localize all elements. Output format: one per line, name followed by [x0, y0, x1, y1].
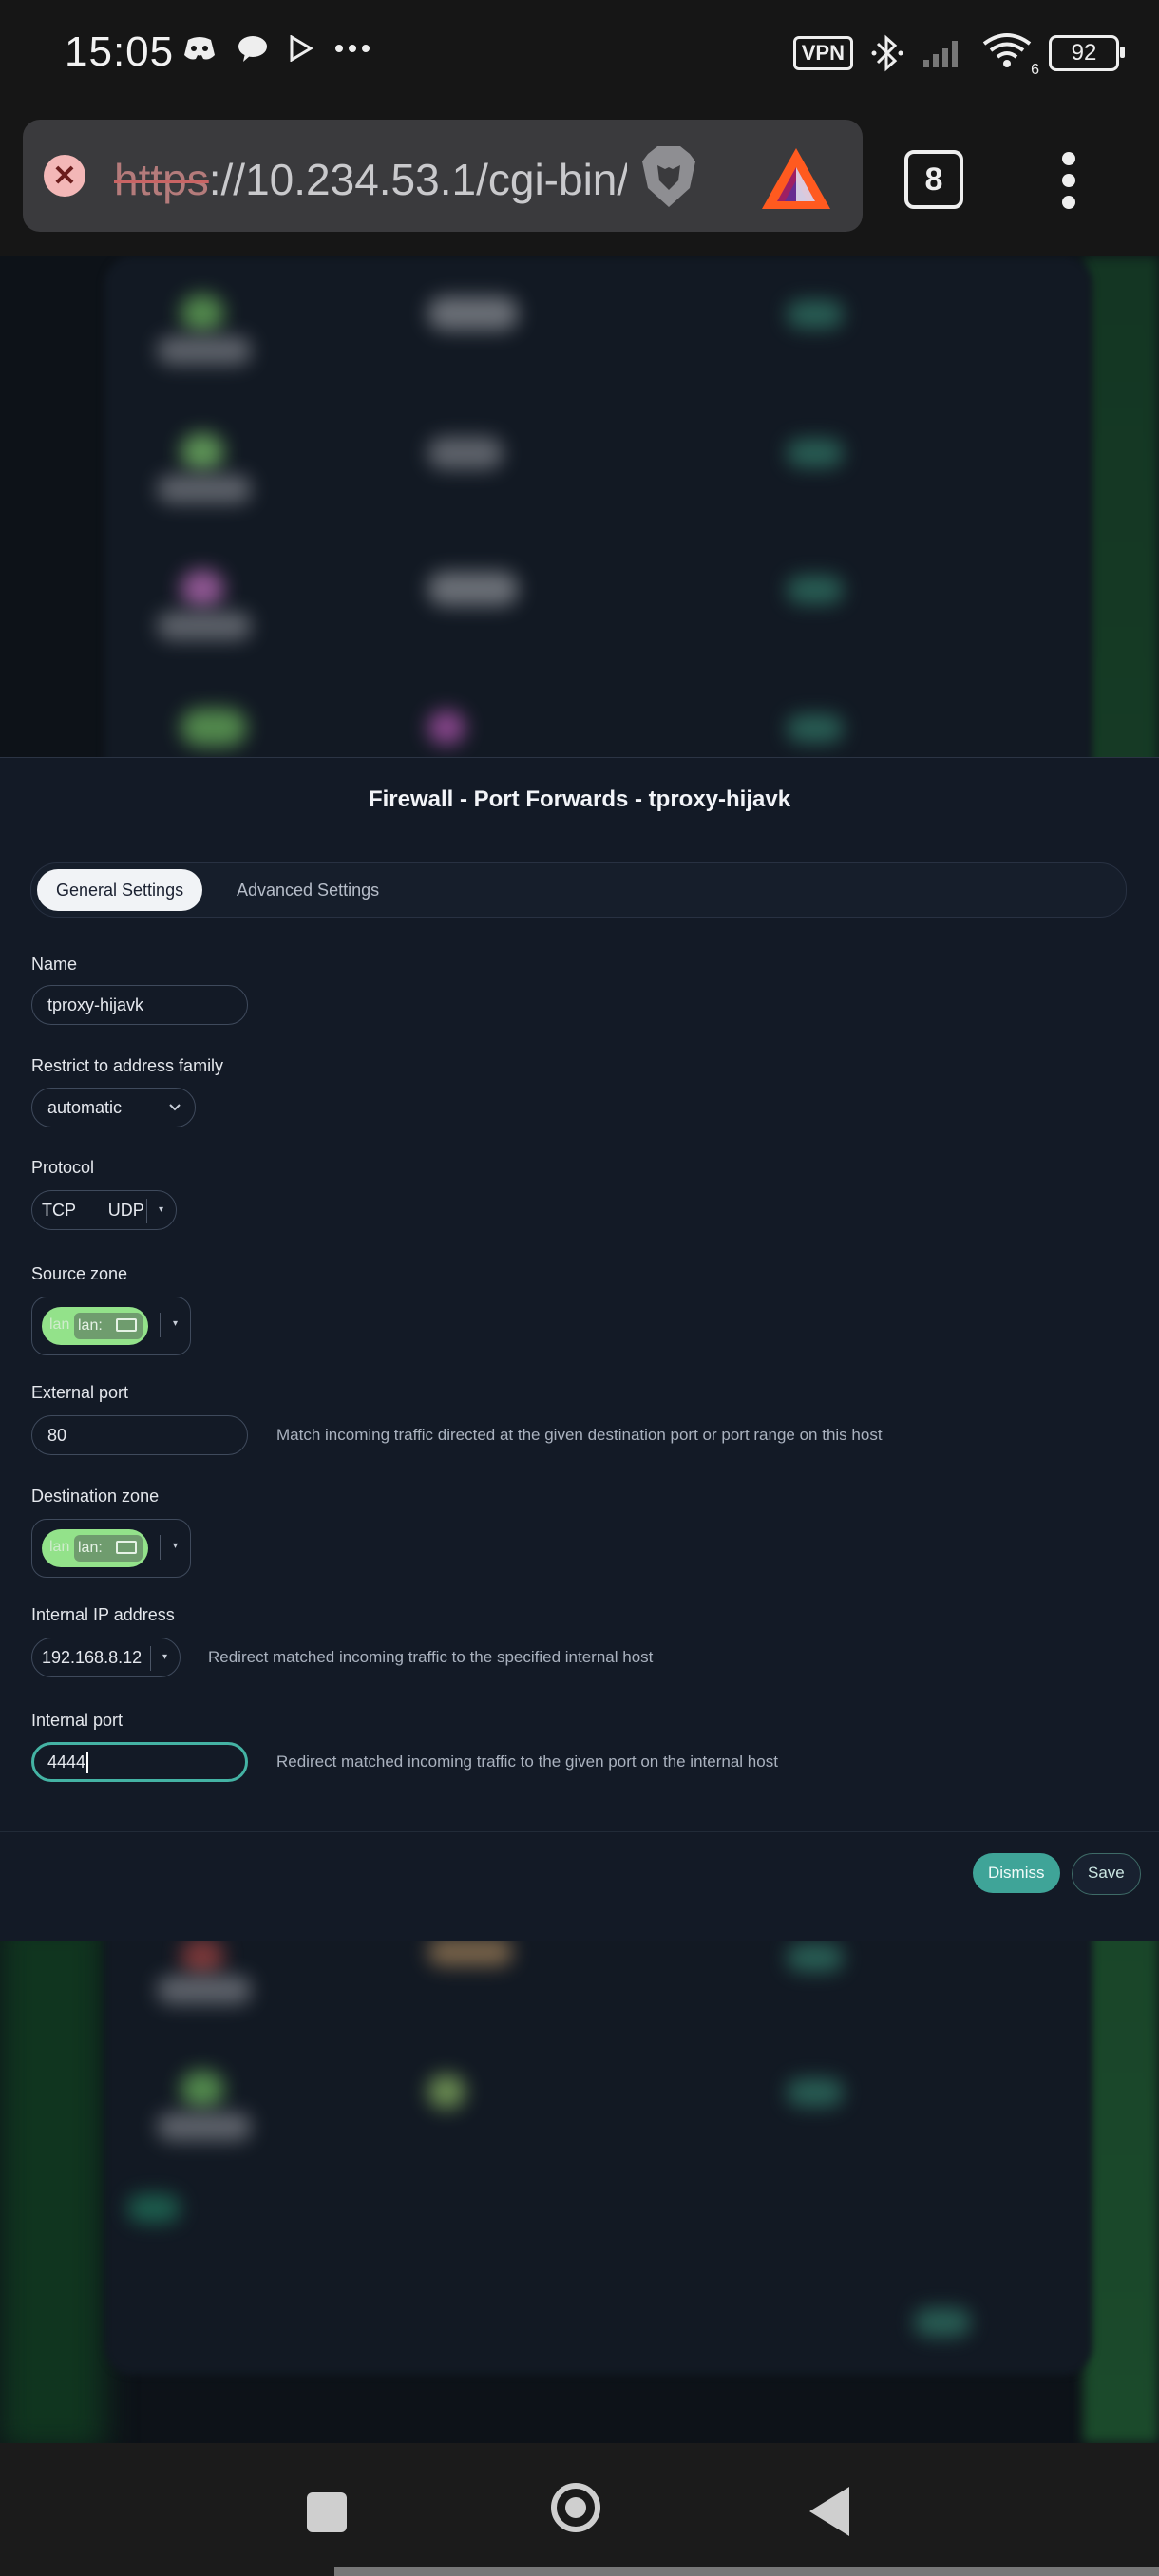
url-host-path: ://10.234.53.1/cgi-bin/luci/admin/networ… [208, 155, 627, 204]
name-input[interactable]: tproxy-hijavk [31, 985, 248, 1025]
network-port-icon [116, 1318, 137, 1332]
gesture-indicator [334, 2567, 1159, 2576]
wifi-indicator: 6 [982, 32, 1039, 78]
recents-button[interactable] [307, 2492, 347, 2532]
wifi-icon [982, 33, 1032, 67]
discord-icon [184, 37, 215, 60]
address-family-label: Restrict to address family [31, 1056, 224, 1075]
status-time: 15:05 [65, 28, 175, 75]
tabs-button[interactable]: 8 [904, 150, 963, 209]
bluetooth-icon [871, 34, 903, 71]
status-bar: 15:05 VPN 6 92 [0, 0, 1159, 112]
modal-title: Firewall - Port Forwards - tproxy-hijavk [368, 786, 791, 812]
source-zone-select[interactable]: lan lan: ▾ [31, 1297, 191, 1355]
url-scheme: https [114, 155, 209, 204]
internal-port-value: 4444 [48, 1752, 86, 1771]
security-warning-icon[interactable]: ✕ [44, 155, 86, 197]
zone-badge-lan: lan lan: [42, 1529, 148, 1567]
dropdown-arrow-icon: ▾ [159, 1204, 164, 1215]
settings-tabs: General Settings Advanced Settings [30, 862, 1127, 918]
dropdown-arrow-icon: ▾ [173, 1318, 179, 1329]
save-button[interactable]: Save [1072, 1853, 1141, 1895]
notification-icons [182, 34, 370, 63]
protocol-udp: UDP [107, 1201, 144, 1220]
vpn-badge: VPN [792, 35, 853, 70]
browser-toolbar: ✕ https://10.234.53.1/cgi-bin/luci/admin… [0, 112, 1159, 256]
dropdown-arrow-icon: ▾ [173, 1541, 179, 1551]
chevron-down-icon [169, 1104, 180, 1111]
battery-indicator: 92 [1049, 34, 1125, 71]
brave-shields-icon[interactable] [635, 142, 703, 211]
destination-zone-select[interactable]: lan lan: ▾ [31, 1519, 191, 1578]
external-port-help: Match incoming traffic directed at the g… [276, 1426, 883, 1444]
external-port-label: External port [31, 1383, 129, 1402]
zone-name: lan [49, 1316, 70, 1333]
tab-general-settings[interactable]: General Settings [37, 869, 203, 911]
name-label: Name [31, 955, 78, 974]
protocol-tcp: TCP [42, 1201, 76, 1220]
address-family-value: automatic [48, 1098, 123, 1117]
system-icons: VPN 6 92 [792, 32, 1125, 78]
protocol-select[interactable]: TCP UDP ▾ [31, 1190, 177, 1230]
signal-icon [923, 40, 958, 67]
tab-advanced-settings[interactable]: Advanced Settings [218, 869, 398, 911]
zone-devices: lan: [74, 1313, 142, 1339]
external-port-input[interactable]: 80 [31, 1415, 248, 1455]
internal-ip-label: Internal IP address [31, 1605, 175, 1624]
dropdown-arrow-icon: ▾ [162, 1652, 168, 1662]
url-text[interactable]: https://10.234.53.1/cgi-bin/luci/admin/n… [114, 154, 627, 205]
android-nav-bar [0, 2443, 1159, 2576]
chat-bubble-icon [238, 36, 267, 62]
internal-ip-value: 192.168.8.12 [42, 1648, 142, 1667]
internal-ip-help: Redirect matched incoming traffic to the… [208, 1648, 654, 1666]
internal-port-label: Internal port [31, 1711, 124, 1730]
url-bar[interactable]: ✕ https://10.234.53.1/cgi-bin/luci/admin… [23, 120, 863, 232]
destination-zone-label: Destination zone [31, 1487, 160, 1506]
zone-name: lan [49, 1539, 70, 1555]
zone-badge-lan: lan lan: [42, 1307, 148, 1345]
play-store-icon [290, 35, 314, 62]
wifi-badge: 6 [1031, 62, 1039, 78]
internal-ip-select[interactable]: 192.168.8.12 ▾ [31, 1638, 180, 1677]
home-button[interactable] [551, 2483, 600, 2532]
back-button[interactable] [809, 2487, 849, 2536]
text-caret [86, 1752, 89, 1774]
port-forward-modal: Firewall - Port Forwards - tproxy-hijavk… [0, 757, 1159, 1941]
modal-footer-divider [0, 1831, 1159, 1832]
address-family-select[interactable]: automatic [31, 1088, 196, 1127]
internal-port-input[interactable]: 4444 [31, 1742, 248, 1782]
zone-devices: lan: [74, 1535, 142, 1562]
dismiss-button[interactable]: Dismiss [973, 1853, 1060, 1893]
menu-icon[interactable] [1056, 152, 1081, 209]
brave-rewards-icon[interactable] [760, 146, 832, 211]
protocol-label: Protocol [31, 1158, 95, 1177]
network-port-icon [116, 1541, 137, 1554]
more-dots-icon [335, 45, 370, 52]
internal-port-help: Redirect matched incoming traffic to the… [276, 1752, 778, 1771]
source-zone-label: Source zone [31, 1264, 128, 1283]
